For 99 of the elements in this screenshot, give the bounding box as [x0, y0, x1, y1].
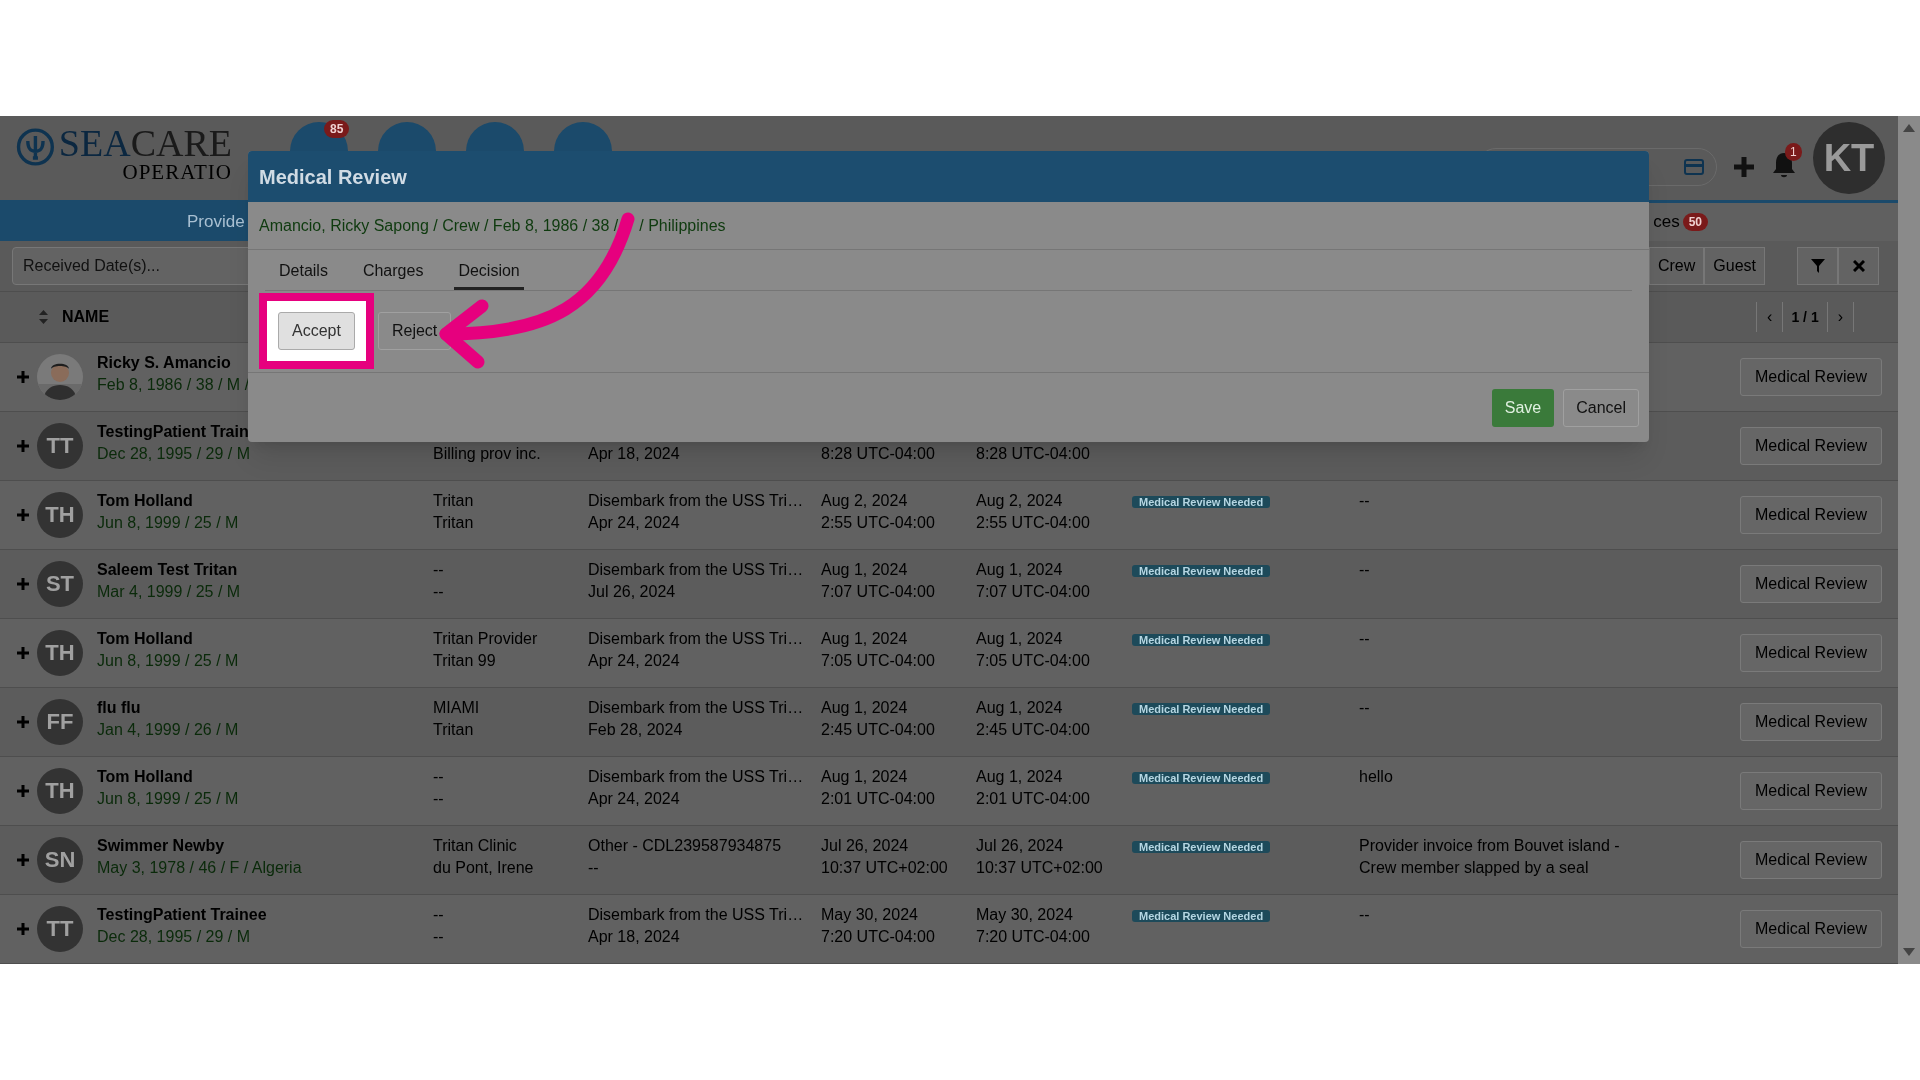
table-cell-text: Disembark from the USS Tri…: [588, 560, 805, 580]
table-cell-text: 8:28 UTC-04:00: [821, 444, 936, 464]
patient-details: May 3, 1978 / 46 / F / Algeria: [97, 858, 303, 878]
status-badge: Medical Review Needed: [1132, 772, 1271, 784]
initials-avatar: TH: [37, 492, 83, 538]
table-cell-text: 7:05 UTC-04:00: [821, 651, 936, 671]
page-indicator: 1 / 1: [1782, 302, 1828, 332]
patient-summary: Amancio, Ricky Sapong / Crew / Feb 8, 1986 / 38 /: [259, 215, 619, 236]
initials-avatar: TT: [37, 423, 83, 469]
table-cell-text: Aug 1, 2024: [821, 767, 909, 787]
notes-text: --: [1359, 698, 1371, 718]
initials-avatar: FF: [37, 699, 83, 745]
initials-avatar: TH: [37, 630, 83, 676]
table-cell-text: --: [433, 905, 445, 925]
notes-text: --: [1359, 629, 1371, 649]
status-badge: Medical Review Needed: [1132, 703, 1271, 715]
initials-avatar: ST: [37, 561, 83, 607]
table-cell-text: --: [433, 560, 445, 580]
table-cell-text: Disembark from the USS Tri…: [588, 767, 805, 787]
table-cell-text: 7:07 UTC-04:00: [976, 582, 1091, 602]
table-cell-text: --: [433, 582, 445, 602]
notes-text: --: [1359, 560, 1371, 580]
table-cell-text: Apr 24, 2024: [588, 789, 681, 809]
patient-details: Dec 28, 1995 / 29 / M: [97, 927, 251, 947]
table-cell-text: Aug 1, 2024: [976, 560, 1064, 580]
notes-text: Provider invoice from Bouvet island - Crew member slapped by a seal: [1359, 836, 1621, 878]
table-cell-text: 8:28 UTC-04:00: [976, 444, 1091, 464]
patient-details: Mar 4, 1999 / 25 / M: [97, 582, 242, 602]
status-badge: Medical Review Needed: [1132, 910, 1271, 922]
table-cell-text: --: [433, 789, 445, 809]
table-cell-text: Aug 1, 2024: [976, 629, 1064, 649]
table-cell-text: May 30, 2024: [976, 905, 1074, 925]
status-badge: Medical Review Needed: [1132, 496, 1271, 508]
table-cell-text: Jul 26, 2024: [821, 836, 910, 856]
patient-details: Jun 8, 1999 / 25 / M: [97, 651, 240, 671]
modal-title: Medical Review: [259, 164, 407, 190]
count-badge: 50: [1682, 213, 1708, 231]
table-cell-text: 7:20 UTC-04:00: [821, 927, 936, 947]
table-cell-text: Feb 28, 2024: [588, 720, 684, 740]
patient-details: Jun 8, 1999 / 25 / M: [97, 789, 240, 809]
notes-text: hello: [1359, 767, 1394, 787]
table-cell-text: Tritan Provider: [433, 629, 539, 649]
status-badge: Medical Review Needed: [1132, 634, 1271, 646]
table-cell-text: 7:20 UTC-04:00: [976, 927, 1091, 947]
notification-badge: 1: [1785, 143, 1802, 161]
table-cell-text: Aug 1, 2024: [976, 698, 1064, 718]
table-cell-text: Apr 24, 2024: [588, 513, 681, 533]
table-cell-text: Tritan Clinic: [433, 836, 518, 856]
table-cell-text: 2:01 UTC-04:00: [976, 789, 1091, 809]
status-badge: Medical Review Needed: [1132, 565, 1271, 577]
table-cell-text: du Pont, Irene: [433, 858, 535, 878]
table-cell-text: 7:05 UTC-04:00: [976, 651, 1091, 671]
initials-avatar: SN: [37, 837, 83, 883]
table-cell-text: Disembark from the USS Tri…: [588, 629, 805, 649]
table-cell-text: Aug 2, 2024: [821, 491, 909, 511]
table-cell-text: --: [588, 858, 600, 878]
table-cell-text: 2:45 UTC-04:00: [821, 720, 936, 740]
table-cell-text: Disembark from the USS Tri…: [588, 698, 805, 718]
table-cell-text: Jul 26, 2024: [976, 836, 1065, 856]
notes-text: --: [1359, 905, 1371, 925]
table-cell-text: 2:55 UTC-04:00: [821, 513, 936, 533]
table-cell-text: Billing prov inc.: [433, 444, 542, 464]
table-cell-text: MIAMI: [433, 698, 481, 718]
table-cell-text: Apr 18, 2024: [588, 444, 681, 464]
table-cell-text: May 30, 2024: [821, 905, 919, 925]
table-cell-text: 2:01 UTC-04:00: [821, 789, 936, 809]
table-cell-text: Tritan: [433, 513, 475, 533]
table-cell-text: Aug 1, 2024: [976, 767, 1064, 787]
notes-text: --: [1359, 491, 1371, 511]
table-cell-text: Disembark from the USS Tri…: [588, 491, 805, 511]
table-cell-text: Tritan: [433, 720, 475, 740]
table-cell-text: 10:37 UTC+02:00: [976, 858, 1104, 878]
table-cell-text: Aug 1, 2024: [821, 698, 909, 718]
table-cell-text: 7:07 UTC-04:00: [821, 582, 936, 602]
patient-summary: / Philippines: [639, 215, 726, 236]
logo-text: SEACARE: [58, 124, 232, 162]
table-cell-text: 2:55 UTC-04:00: [976, 513, 1091, 533]
patient-details: Jan 4, 1999 / 26 / M: [97, 720, 240, 740]
count-badge: 85: [324, 120, 350, 138]
table-cell-text: Apr 18, 2024: [588, 927, 681, 947]
initials-avatar: TH: [37, 768, 83, 814]
patient-details: Dec 28, 1995 / 29 / M: [97, 444, 251, 464]
status-badge: Medical Review Needed: [1132, 841, 1271, 853]
table-cell-text: Disembark from the USS Tri…: [588, 905, 805, 925]
table-cell-text: Tritan: [433, 491, 475, 511]
table-cell-text: Aug 1, 2024: [821, 560, 909, 580]
table-cell-text: --: [433, 927, 445, 947]
logo-subtitle: OPERATIO: [122, 162, 232, 182]
table-cell-text: Jul 26, 2024: [588, 582, 677, 602]
initials-avatar: TT: [37, 906, 83, 952]
table-cell-text: Apr 24, 2024: [588, 651, 681, 671]
table-cell-text: Other - CDL239587934875: [588, 836, 783, 856]
patient-details: Jun 8, 1999 / 25 / M: [97, 513, 240, 533]
table-cell-text: Tritan 99: [433, 651, 497, 671]
table-cell-text: --: [433, 767, 445, 787]
table-cell-text: 2:45 UTC-04:00: [976, 720, 1091, 740]
table-cell-text: Aug 1, 2024: [821, 629, 909, 649]
table-cell-text: 10:37 UTC+02:00: [821, 858, 949, 878]
table-cell-text: Aug 2, 2024: [976, 491, 1064, 511]
